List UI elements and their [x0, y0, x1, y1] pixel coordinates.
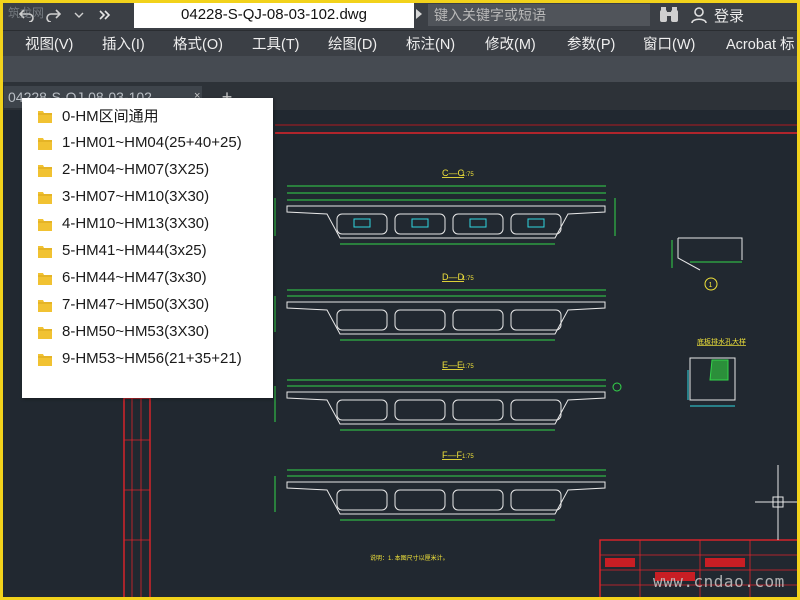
- section-title-e: E—E: [442, 360, 463, 370]
- menu-parameters[interactable]: 参数(P): [567, 33, 615, 54]
- folder-item[interactable]: 4-HM10~HM13(3X30): [22, 210, 273, 237]
- section-scale-c: 1:75: [462, 172, 474, 178]
- title-bar: 筑龙网 04228-S-QJ-08-03-102.dwg 键入关键字或短语 登录: [0, 0, 800, 31]
- site-watermark: www.cndao.com: [653, 572, 785, 591]
- folder-icon: [38, 273, 52, 285]
- folder-item[interactable]: 5-HM41~HM44(3x25): [22, 237, 273, 264]
- detail-sketch: 1: [671, 237, 743, 291]
- folder-item[interactable]: 3-HM07~HM10(3X30): [22, 183, 273, 210]
- folder-label: 3-HM07~HM10(3X30): [62, 188, 210, 205]
- folder-icon: [38, 354, 52, 366]
- menu-draw[interactable]: 绘图(D): [328, 33, 377, 54]
- menu-format[interactable]: 格式(O): [173, 33, 223, 54]
- redo-icon[interactable]: [44, 6, 62, 24]
- folder-label: 6-HM44~HM47(3x30): [62, 269, 207, 286]
- user-icon: [691, 7, 707, 24]
- search-input[interactable]: 键入关键字或短语: [428, 4, 650, 26]
- folder-item[interactable]: 7-HM47~HM50(3X30): [22, 291, 273, 318]
- folder-label: 9-HM53~HM56(21+35+21): [62, 350, 242, 367]
- folder-label: 0-HM区间通用: [62, 108, 159, 125]
- folder-item[interactable]: 2-HM04~HM07(3X25): [22, 156, 273, 183]
- expand-toolbar-icon[interactable]: [96, 6, 114, 24]
- folder-icon: [38, 219, 52, 231]
- drawing-note: 说明：1. 本图尺寸以厘米计。: [370, 554, 449, 562]
- section-e: E—E 1:75: [274, 360, 622, 431]
- folder-item[interactable]: 1-HM01~HM04(25+40+25): [22, 129, 273, 156]
- folder-list-popup: 0-HM区间通用 1-HM01~HM04(25+40+25) 2-HM04~HM…: [22, 98, 273, 398]
- section-title-f: F—F: [442, 450, 462, 460]
- folder-label: 5-HM41~HM44(3x25): [62, 242, 207, 259]
- document-title: 04228-S-QJ-08-03-102.dwg: [134, 2, 414, 28]
- menu-dimension[interactable]: 标注(N): [406, 33, 455, 54]
- title-block: [599, 539, 800, 600]
- menu-window[interactable]: 窗口(W): [643, 33, 695, 54]
- folder-label: 4-HM10~HM13(3X30): [62, 215, 210, 232]
- folder-item[interactable]: 9-HM53~HM56(21+35+21): [22, 345, 273, 372]
- folder-icon: [38, 111, 52, 123]
- crosshair-cursor: [755, 465, 800, 540]
- folder-label: 7-HM47~HM50(3X30): [62, 296, 210, 313]
- menu-acrobat[interactable]: Acrobat 标: [726, 33, 795, 54]
- folder-icon: [38, 192, 52, 204]
- folder-icon: [38, 165, 52, 177]
- left-title-strip: [123, 397, 151, 599]
- search-expand-icon[interactable]: [415, 8, 425, 22]
- section-scale-d: 1:75: [462, 276, 474, 282]
- menu-tools[interactable]: 工具(T): [252, 33, 300, 54]
- menu-bar: 视图(V) 插入(I) 格式(O) 工具(T) 绘图(D) 标注(N) 修改(M…: [0, 31, 800, 56]
- folder-label: 2-HM04~HM07(3X25): [62, 161, 210, 178]
- site-watermark-topleft: 筑龙网: [8, 6, 45, 20]
- folder-icon: [38, 327, 52, 339]
- menu-modify[interactable]: 修改(M): [485, 33, 536, 54]
- binoculars-icon[interactable]: [658, 5, 680, 25]
- folder-label: 8-HM50~HM53(3X30): [62, 323, 210, 340]
- folder-icon: [38, 300, 52, 312]
- folder-icon: [38, 138, 52, 150]
- folder-item[interactable]: 8-HM50~HM53(3X30): [22, 318, 273, 345]
- menu-view[interactable]: 视图(V): [25, 33, 73, 54]
- dropdown-arrow-icon[interactable]: [70, 6, 88, 24]
- login-button[interactable]: 登录: [690, 4, 744, 26]
- folder-icon: [38, 246, 52, 258]
- ribbon-strip: [0, 56, 800, 82]
- folder-item[interactable]: 6-HM44~HM47(3x30): [22, 264, 273, 291]
- detail-title: 底板排水孔大样: [697, 337, 746, 346]
- section-scale-f: 1:75: [462, 454, 474, 460]
- folder-label: 1-HM01~HM04(25+40+25): [62, 134, 242, 151]
- section-f: F—F 1:75: [274, 450, 606, 521]
- login-label: 登录: [714, 7, 745, 25]
- drain-hole-detail: 底板排水孔大样: [687, 337, 746, 407]
- section-scale-e: 1:75: [462, 364, 474, 370]
- section-c: C—C 1:75: [274, 168, 616, 245]
- menu-insert[interactable]: 插入(I): [102, 33, 145, 54]
- section-d: D—D 1:75: [274, 272, 606, 341]
- detail-marker-label: 1: [709, 282, 713, 289]
- folder-item[interactable]: 0-HM区间通用: [22, 102, 273, 129]
